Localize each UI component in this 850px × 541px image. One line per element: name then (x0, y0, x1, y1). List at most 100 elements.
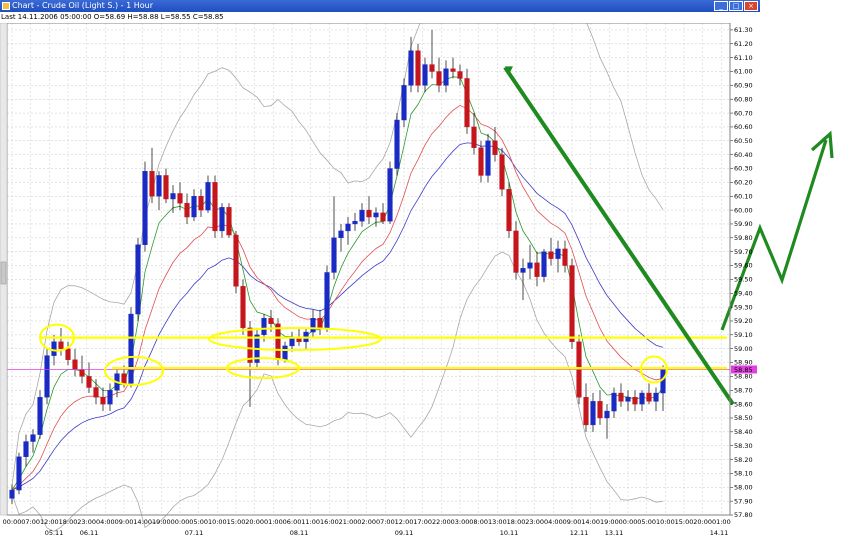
candle-body (149, 171, 155, 197)
y-tick-label: 58.70 (734, 386, 753, 394)
x-time-label: 19:00 (152, 518, 171, 526)
candle-body (415, 50, 421, 86)
y-tick-label: 59.40 (734, 289, 753, 297)
candle-body (478, 147, 484, 176)
candle-body (233, 234, 239, 287)
y-tick-label: 59.50 (734, 276, 753, 284)
candle-body (247, 327, 253, 363)
x-time-label: 05:00 (637, 518, 656, 526)
candle-body (457, 71, 463, 79)
close-button[interactable]: × (744, 1, 758, 11)
candle-body (184, 202, 190, 218)
y-tick-label: 60.70 (734, 109, 753, 117)
x-time-label: 07:00 (376, 518, 395, 526)
y-tick-label: 60.20 (734, 179, 753, 187)
y-tick-label: 58.40 (734, 428, 753, 436)
x-time-label: 18:00 (507, 518, 526, 526)
candle-body (443, 68, 449, 86)
window-title: Chart - Crude Oil (Light S.) - 1 Hour (12, 1, 153, 10)
candle-body (37, 396, 43, 435)
y-tick-label: 60.50 (734, 137, 753, 145)
candle-body (534, 262, 540, 277)
candle-body (653, 392, 659, 402)
x-time-label: 15:00 (675, 518, 694, 526)
x-time-label: 10:00 (208, 518, 227, 526)
candle-body (100, 396, 106, 405)
x-time-label: 08:00 (469, 518, 488, 526)
candle-body (520, 268, 526, 273)
x-time-label: 21:00 (339, 518, 358, 526)
candle-body (506, 189, 512, 232)
candle-body (499, 154, 505, 190)
candle-body (485, 140, 491, 176)
x-time-label: 03:00 (451, 518, 470, 526)
window-titlebar[interactable]: Chart - Crude Oil (Light S.) - 1 Hour _ … (0, 0, 760, 12)
candle-body (632, 396, 638, 405)
x-date-label: 13.11 (605, 529, 624, 537)
x-date-label: 10.11 (500, 529, 519, 537)
candle-body (93, 387, 99, 398)
x-time-label: 05:00 (189, 518, 208, 526)
candle-body (310, 318, 316, 333)
x-time-label: 12:00 (395, 518, 414, 526)
ohlc-status-line: Last 14.11.2006 05:00:00 O=58.69 H=58.88… (0, 12, 761, 23)
candle-body (555, 248, 561, 259)
plot-area-background (7, 23, 730, 515)
candle-body (219, 207, 225, 232)
y-tick-label: 59.00 (734, 345, 753, 353)
candle-body (548, 251, 554, 259)
x-date-label: 09.11 (395, 529, 414, 537)
candle-body (86, 376, 92, 388)
x-date-label: 07.11 (185, 529, 204, 537)
x-time-label: 11:00 (301, 518, 320, 526)
candle-body (65, 348, 71, 360)
candle-body (394, 119, 400, 169)
candle-body (611, 392, 617, 412)
y-tick-label: 60.90 (734, 82, 753, 90)
maximize-button[interactable]: □ (729, 1, 743, 11)
candle-body (30, 434, 36, 442)
candle-body (618, 392, 624, 402)
x-time-label: 12:00 (40, 518, 59, 526)
y-tick-label: 59.80 (734, 234, 753, 242)
x-date-label: 14.11 (710, 529, 729, 537)
x-date-label: 12.11 (570, 529, 589, 537)
y-tick-label: 58.50 (734, 414, 753, 422)
candle-body (240, 286, 246, 329)
candle-body (121, 373, 127, 384)
y-tick-label: 60.00 (734, 206, 753, 214)
y-tick-label: 60.80 (734, 95, 753, 103)
y-tick-label: 60.30 (734, 165, 753, 173)
candle-body (541, 251, 547, 277)
candle-body (268, 318, 274, 324)
candle-body (639, 392, 645, 405)
x-time-label: 01:00 (264, 518, 283, 526)
x-time-label: 06:00 (283, 518, 302, 526)
x-time-label: 19:00 (600, 518, 619, 526)
x-time-label: 23:00 (77, 518, 96, 526)
candle-body (177, 193, 183, 204)
candle-body (597, 401, 603, 419)
y-tick-label: 61.00 (734, 68, 753, 76)
candle-body (142, 171, 148, 245)
y-tick-label: 59.10 (734, 331, 753, 339)
candle-body (450, 68, 456, 72)
x-time-label: 10:00 (656, 518, 675, 526)
candle-body (9, 489, 15, 499)
candle-body (331, 237, 337, 273)
y-tick-label: 59.30 (734, 303, 753, 311)
x-time-label: 00:00 (171, 518, 190, 526)
candle-body (72, 359, 78, 370)
candle-body (79, 369, 85, 377)
candle-body (345, 223, 351, 232)
x-time-label: 18:00 (59, 518, 78, 526)
y-tick-label: 58.60 (734, 400, 753, 408)
x-time-label: 00:00 (3, 518, 22, 526)
x-date-label: 05.11 (45, 529, 64, 537)
candle-body (646, 392, 652, 402)
minimize-button[interactable]: _ (714, 1, 728, 11)
candle-body (107, 390, 113, 405)
candle-body (387, 168, 393, 222)
scroll-handle[interactable] (0, 261, 7, 285)
x-time-label: 23:00 (525, 518, 544, 526)
